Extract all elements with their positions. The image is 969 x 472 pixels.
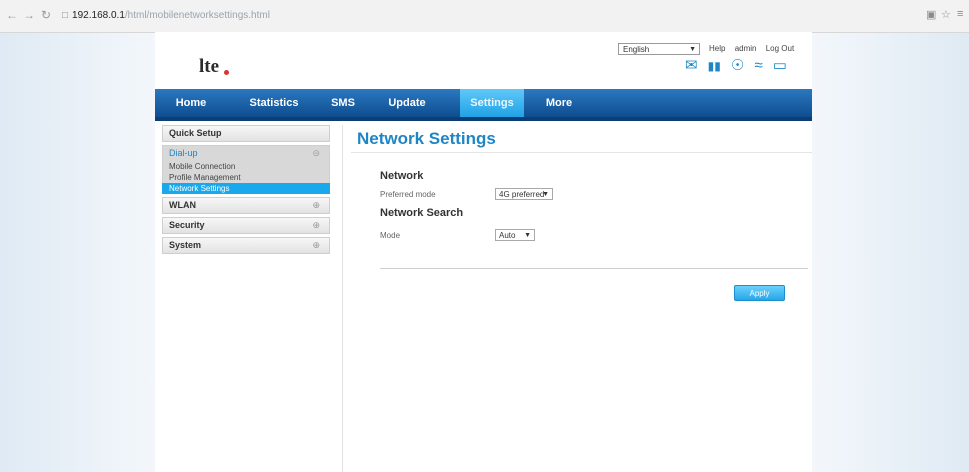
- menu-icon[interactable]: ≡: [957, 8, 963, 20]
- logo-signal-icon: [224, 70, 229, 75]
- url-path: /html/mobilenetworksettings.html: [124, 10, 270, 21]
- language-value: English: [623, 45, 650, 54]
- address-bar[interactable]: □ 192.168.0.1/html/mobilenetworksettings.…: [62, 9, 270, 23]
- collapse-icon[interactable]: ⊝: [312, 146, 320, 161]
- sidebar-item-dialup[interactable]: Dial-up ⊝: [162, 145, 330, 161]
- star-icon[interactable]: ☆: [941, 8, 951, 21]
- nav-settings[interactable]: Settings: [460, 89, 524, 117]
- mode-label: Mode: [380, 231, 401, 240]
- logout-link[interactable]: Log Out: [766, 44, 794, 53]
- network-search-title: Network Search: [380, 207, 464, 219]
- network-section-title: Network: [380, 170, 424, 182]
- content-divider: [342, 125, 343, 472]
- chevron-down-icon: ▼: [524, 232, 531, 239]
- preferred-mode-label: Preferred mode: [380, 190, 436, 199]
- sidebar: Quick Setup Dial-up ⊝ Mobile Connection …: [162, 125, 330, 257]
- battery-icon: ▭: [772, 57, 787, 74]
- chevron-down-icon: ▼: [689, 46, 696, 53]
- sidebar-item-label: Quick Setup: [169, 128, 222, 138]
- browser-toolbar: ← → ↻ □ 192.168.0.1/html/mobilenetworkset…: [0, 0, 969, 33]
- language-select[interactable]: English ▼: [618, 43, 700, 55]
- message-icon[interactable]: ✉: [685, 56, 698, 76]
- connection-icon: ☉: [730, 57, 745, 74]
- title-divider: [351, 152, 812, 153]
- mode-value: Auto: [499, 231, 516, 240]
- sidebar-item-label: Dial-up: [169, 148, 198, 158]
- logo-text: lte: [199, 56, 220, 77]
- main-nav: Home Statistics SMS Update Settings More: [155, 89, 812, 121]
- back-icon[interactable]: ←: [6, 8, 18, 22]
- top-links: Help admin Log Out: [709, 43, 801, 55]
- sidebar-item-label: System: [169, 240, 202, 250]
- reload-icon[interactable]: ↻: [41, 8, 51, 22]
- extension-icon[interactable]: ▣: [926, 8, 936, 21]
- sidebar-item-profile-management[interactable]: Profile Management: [162, 172, 330, 183]
- preferred-mode-value: 4G preferred: [499, 190, 545, 199]
- chevron-down-icon: ▼: [542, 191, 549, 198]
- nav-more[interactable]: More: [537, 89, 581, 117]
- sidebar-item-quick-setup[interactable]: Quick Setup: [162, 125, 330, 142]
- preferred-mode-select[interactable]: 4G preferred ▼: [495, 188, 553, 200]
- router-app: lte English ▼ Help admin Log Out ✉ ▮▮ ☉ …: [155, 32, 812, 472]
- nav-statistics[interactable]: Statistics: [239, 89, 309, 117]
- status-icons: ✉ ▮▮ ☉ ≈ ▭: [685, 56, 794, 76]
- wifi-icon: ≈: [754, 57, 763, 74]
- sidebar-item-label: WLAN: [169, 200, 196, 210]
- nav-home[interactable]: Home: [165, 89, 217, 117]
- expand-icon[interactable]: ⊕: [312, 218, 320, 233]
- forward-icon[interactable]: →: [23, 8, 35, 22]
- sidebar-item-mobile-connection[interactable]: Mobile Connection: [162, 161, 330, 172]
- expand-icon[interactable]: ⊕: [312, 198, 320, 213]
- nav-sms[interactable]: SMS: [325, 89, 361, 117]
- help-link[interactable]: Help: [709, 44, 725, 53]
- sidebar-item-network-settings[interactable]: Network Settings: [162, 183, 330, 194]
- expand-icon[interactable]: ⊕: [312, 238, 320, 253]
- admin-link[interactable]: admin: [735, 44, 757, 53]
- sidebar-item-security[interactable]: Security ⊕: [162, 217, 330, 234]
- form-divider: [380, 268, 808, 269]
- sidebar-item-system[interactable]: System ⊕: [162, 237, 330, 254]
- signal-icon: ▮▮: [707, 59, 721, 73]
- sidebar-item-label: Security: [169, 220, 205, 230]
- nav-update[interactable]: Update: [379, 89, 435, 117]
- page-icon: □: [62, 10, 69, 21]
- url-host: 192.168.0.1: [72, 10, 125, 21]
- sidebar-item-wlan[interactable]: WLAN ⊕: [162, 197, 330, 214]
- apply-button[interactable]: Apply: [734, 285, 785, 301]
- lte-logo: lte: [199, 56, 239, 80]
- page-title: Network Settings: [357, 129, 496, 148]
- mode-select[interactable]: Auto ▼: [495, 229, 535, 241]
